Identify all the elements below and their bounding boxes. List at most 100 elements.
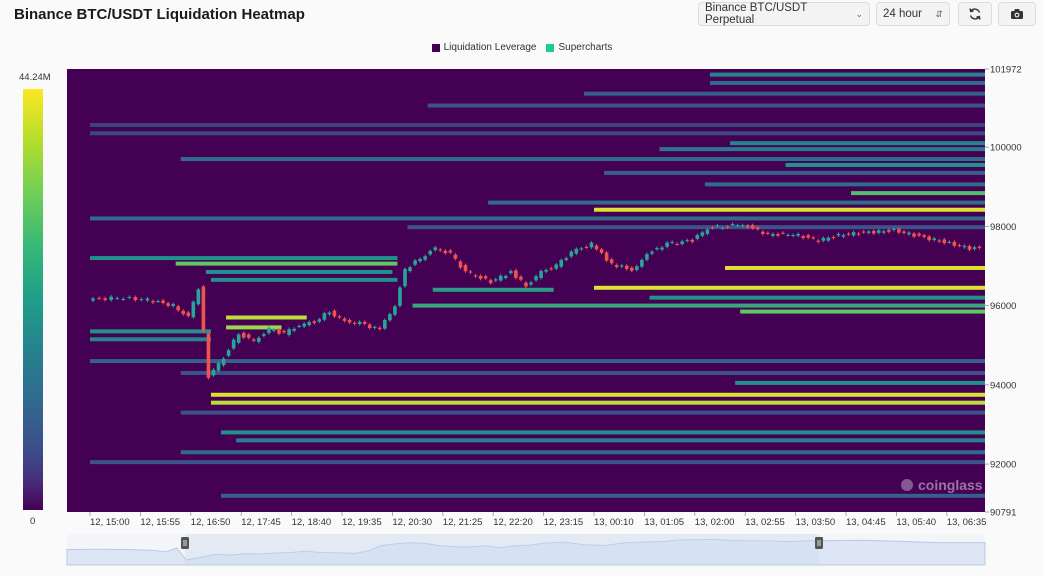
y-tick-label: 98000	[990, 222, 1016, 233]
candle-body	[221, 358, 226, 366]
candle-body	[735, 225, 740, 227]
candle-body	[907, 232, 911, 235]
candle-body	[267, 327, 271, 334]
liquidation-band	[709, 80, 985, 85]
candle-body	[133, 297, 138, 301]
candle-body	[574, 248, 579, 254]
liquidation-band	[412, 303, 985, 308]
navigator-selection	[185, 534, 819, 565]
liquidation-band	[180, 370, 986, 375]
liquidation-band	[90, 329, 211, 334]
candle-body	[710, 227, 715, 229]
candle-body	[287, 329, 291, 335]
liquidation-band	[649, 295, 985, 300]
candle-body	[468, 271, 473, 273]
candle-body	[690, 239, 695, 242]
candle-body	[488, 280, 493, 284]
candle-body	[866, 231, 871, 233]
candle-body	[226, 350, 231, 356]
candle-body	[927, 236, 931, 241]
candle-body	[372, 326, 377, 328]
candle-body	[156, 301, 160, 303]
candle-body	[801, 236, 805, 239]
candle-body	[509, 270, 513, 274]
x-tick-label: 12, 18:40	[292, 517, 332, 528]
candle-body	[473, 275, 478, 277]
liquidation-band	[604, 170, 985, 175]
candle-body	[524, 282, 528, 287]
liquidation-band	[432, 287, 554, 292]
candle-body	[680, 241, 684, 245]
candle-body	[393, 306, 397, 315]
liquidation-band	[205, 269, 393, 274]
navigator-handle-left[interactable]	[181, 537, 189, 549]
y-tick-label: 90791	[990, 508, 1016, 519]
candle-body	[151, 301, 155, 303]
candle-body	[191, 301, 196, 318]
candle-body	[498, 275, 503, 281]
liquidation-band	[221, 493, 986, 498]
candle-body	[342, 318, 347, 321]
candle-body	[589, 242, 594, 248]
candle-body	[791, 235, 795, 237]
x-tick-label: 12, 15:00	[90, 517, 130, 528]
candle-body	[856, 233, 861, 235]
candle-body	[836, 233, 841, 236]
candle-body	[554, 264, 558, 269]
x-tick-label: 12, 15:55	[140, 517, 180, 528]
candle-body	[624, 265, 629, 269]
candle-body	[766, 232, 770, 234]
candle-body	[655, 247, 659, 250]
candle-body	[776, 234, 780, 236]
candle-body	[846, 233, 851, 235]
candle-body	[103, 298, 107, 300]
candle-body	[675, 243, 679, 245]
candle-body	[811, 237, 816, 239]
candle-body	[408, 267, 412, 272]
navigator-handle-right[interactable]	[815, 537, 823, 549]
candle-body	[972, 247, 977, 250]
candle-body	[609, 259, 614, 264]
x-tick-label: 12, 17:45	[241, 517, 281, 528]
liquidation-heatmap-chart[interactable]: coinglass 101972 100000 98000 96000 94000 920…	[0, 0, 1044, 576]
candle-body	[252, 339, 256, 341]
y-tick-label: 100000	[990, 143, 1022, 154]
candle-body	[902, 231, 906, 233]
candle-body	[962, 245, 967, 248]
candle-body	[403, 268, 407, 287]
candle-body	[388, 314, 392, 321]
candle-body	[519, 276, 523, 280]
candle-body	[645, 254, 649, 260]
x-tick-label: 12, 22:20	[493, 517, 533, 528]
candle-body	[700, 232, 705, 236]
candle-body	[730, 224, 735, 226]
candle-body	[332, 310, 337, 317]
x-tick-label: 13, 04:45	[846, 517, 886, 528]
liquidation-band	[851, 191, 985, 196]
liquidation-band	[180, 450, 986, 455]
candle-body	[660, 247, 664, 250]
candle-body	[670, 241, 674, 243]
candle-body	[584, 246, 589, 248]
x-tick-label: 13, 02:00	[695, 517, 735, 528]
candle-body	[619, 265, 624, 267]
candle-body	[957, 245, 962, 247]
liquidation-band	[594, 207, 985, 212]
candle-body	[97, 297, 101, 299]
liquidation-band	[407, 225, 985, 230]
candle-body	[821, 237, 826, 241]
candle-body	[685, 240, 690, 242]
candle-body	[922, 235, 926, 237]
liquidation-band	[90, 460, 985, 465]
candle-body	[740, 225, 745, 227]
candle-body	[211, 369, 216, 376]
candle-body	[967, 246, 972, 250]
liquidation-band	[725, 265, 985, 270]
candle-body	[453, 254, 458, 259]
candle-body	[569, 251, 574, 257]
candle-body	[493, 279, 498, 281]
candle-body	[871, 230, 876, 234]
liquidation-band	[740, 309, 985, 314]
candle-body	[695, 235, 700, 239]
candle-body	[952, 241, 957, 246]
